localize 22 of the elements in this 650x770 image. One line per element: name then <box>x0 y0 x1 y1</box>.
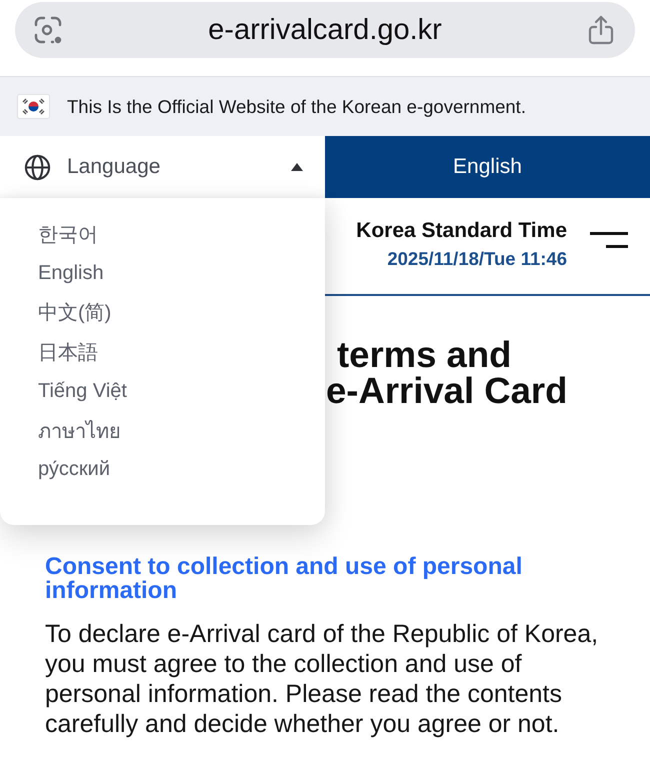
clock-datetime: 2025/11/18/Tue 11:46 <box>387 248 567 270</box>
language-option[interactable]: 日本語 <box>0 332 325 372</box>
consent-text: To declare e-Arrival card of the Republic of Korea, you must agree to the collection and use of personal information. Please read the contents carefully and decide whether you agree or not. <box>45 619 600 739</box>
language-option[interactable]: ภาษาไทย <box>0 410 325 450</box>
clock-label: Korea Standard Time <box>356 219 567 243</box>
caret-up-icon <box>291 163 303 171</box>
language-option[interactable]: English <box>0 254 325 294</box>
consent-heading: Consent to collection and use of personal information <box>45 555 524 603</box>
current-language-button[interactable]: English <box>325 136 650 198</box>
official-site-notice: This Is the Official Website of the Korean e-government. <box>67 96 526 118</box>
url-text: e-arrivalcard.go.kr <box>207 14 443 46</box>
share-icon[interactable] <box>588 15 614 45</box>
language-option[interactable]: ру́сский <box>0 450 325 490</box>
menu-icon[interactable] <box>590 231 628 249</box>
page-title: terms and e-Arrival Card <box>326 337 568 409</box>
language-option[interactable]: Tiếng Việt <box>0 372 325 411</box>
flag-icon <box>17 94 50 119</box>
camera-scan-icon[interactable] <box>34 16 62 44</box>
address-bar[interactable]: e-arrivalcard.go.kr <box>15 2 635 58</box>
language-option[interactable]: 한국어 <box>0 215 325 254</box>
globe-icon <box>24 154 51 180</box>
language-option[interactable]: 中文(简) <box>0 293 325 333</box>
